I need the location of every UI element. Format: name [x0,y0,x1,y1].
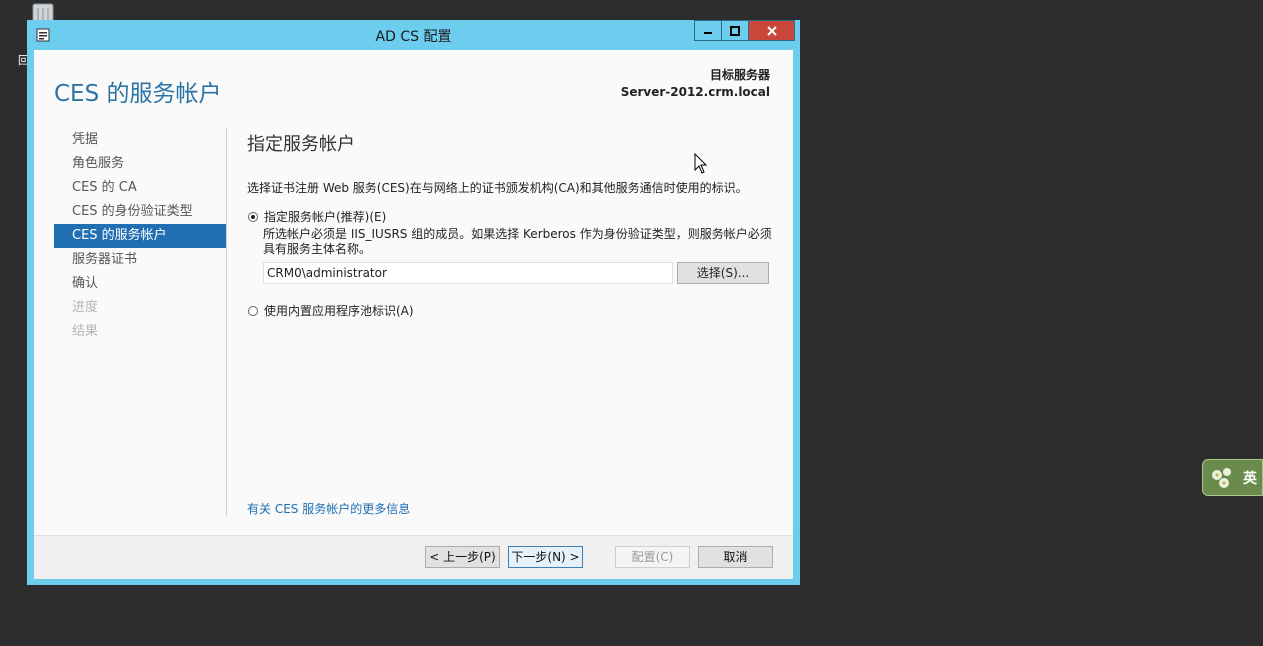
nav-item-ces-service-account[interactable]: CES 的服务帐户 [54,224,226,248]
nav-item-server-certificate[interactable]: 服务器证书 [54,248,226,272]
nav-divider [226,128,227,516]
option-builtin-identity-label: 使用内置应用程序池标识(A) [264,304,414,318]
wizard-nav: 凭据 角色服务 CES 的 CA CES 的身份验证类型 CES 的服务帐户 服… [54,128,226,344]
radio-builtin-identity[interactable] [248,305,258,316]
title-bar[interactable]: AD CS 配置 [27,20,800,50]
nav-item-progress: 进度 [72,300,99,315]
nav-item-ces-auth-type[interactable]: CES 的身份验证类型 [54,200,226,224]
close-icon [766,25,777,36]
next-button[interactable]: 下一步(N) > [508,546,583,568]
ad-cs-config-window: AD CS 配置 CES 的服务帐户 目标服务器 Server-2012.crm… [27,20,800,585]
account-requirement-note: 所选帐户必须是 IIS_IUSRS 组的成员。如果选择 Kerberos 作为身… [263,227,772,256]
page-title: CES 的服务帐户 [54,81,222,107]
previous-button[interactable]: < 上一步(P) [425,546,500,568]
window-title: AD CS 配置 [375,29,452,45]
radio-specify-account[interactable] [248,211,258,222]
cancel-button[interactable]: 取消 [698,546,773,568]
maximize-button[interactable] [721,20,749,41]
target-server-name: Server-2012.crm.local [620,85,770,99]
nav-item-ces-ca[interactable]: CES 的 CA [54,176,226,200]
more-info-link[interactable]: 有关 CES 服务帐户的更多信息 [247,500,410,517]
option-specify-account-label: 指定服务帐户(推荐)(E) [264,210,387,224]
maximize-icon [730,25,740,36]
service-account-field[interactable]: CRM0\administrator [263,262,673,284]
minimize-button[interactable] [694,20,722,41]
configure-button: 配置(C) [615,546,690,568]
close-button[interactable] [748,20,795,41]
content-pane: 指定服务帐户 选择证书注册 Web 服务(CES)在与网络上的证书颁发机构(CA… [247,128,772,318]
option-builtin-identity[interactable]: 使用内置应用程序池标识(A) [248,302,414,319]
nav-item-role-services[interactable]: 角色服务 [54,152,226,176]
ime-language-widget[interactable]: 英 [1202,459,1263,496]
nav-item-results: 结果 [72,324,99,339]
description-text: 选择证书注册 Web 服务(CES)在与网络上的证书颁发机构(CA)和其他服务通… [247,181,748,195]
target-server-label: 目标服务器 [709,68,770,82]
option-specify-account[interactable]: 指定服务帐户(推荐)(E) [248,208,386,225]
wizard-client-area: CES 的服务帐户 目标服务器 Server-2012.crm.local 凭据… [34,50,793,579]
wizard-footer: < 上一步(P) 下一步(N) > 配置(C) 取消 [34,535,793,579]
nav-item-confirmation[interactable]: 确认 [54,272,226,296]
mouse-cursor-icon [694,153,708,174]
select-account-button[interactable]: 选择(S)... [677,262,769,284]
minimize-icon [704,31,712,34]
nav-item-credentials[interactable]: 凭据 [54,128,226,152]
ime-mode-label: 英 [1243,470,1257,487]
flower-icon [1212,467,1231,488]
